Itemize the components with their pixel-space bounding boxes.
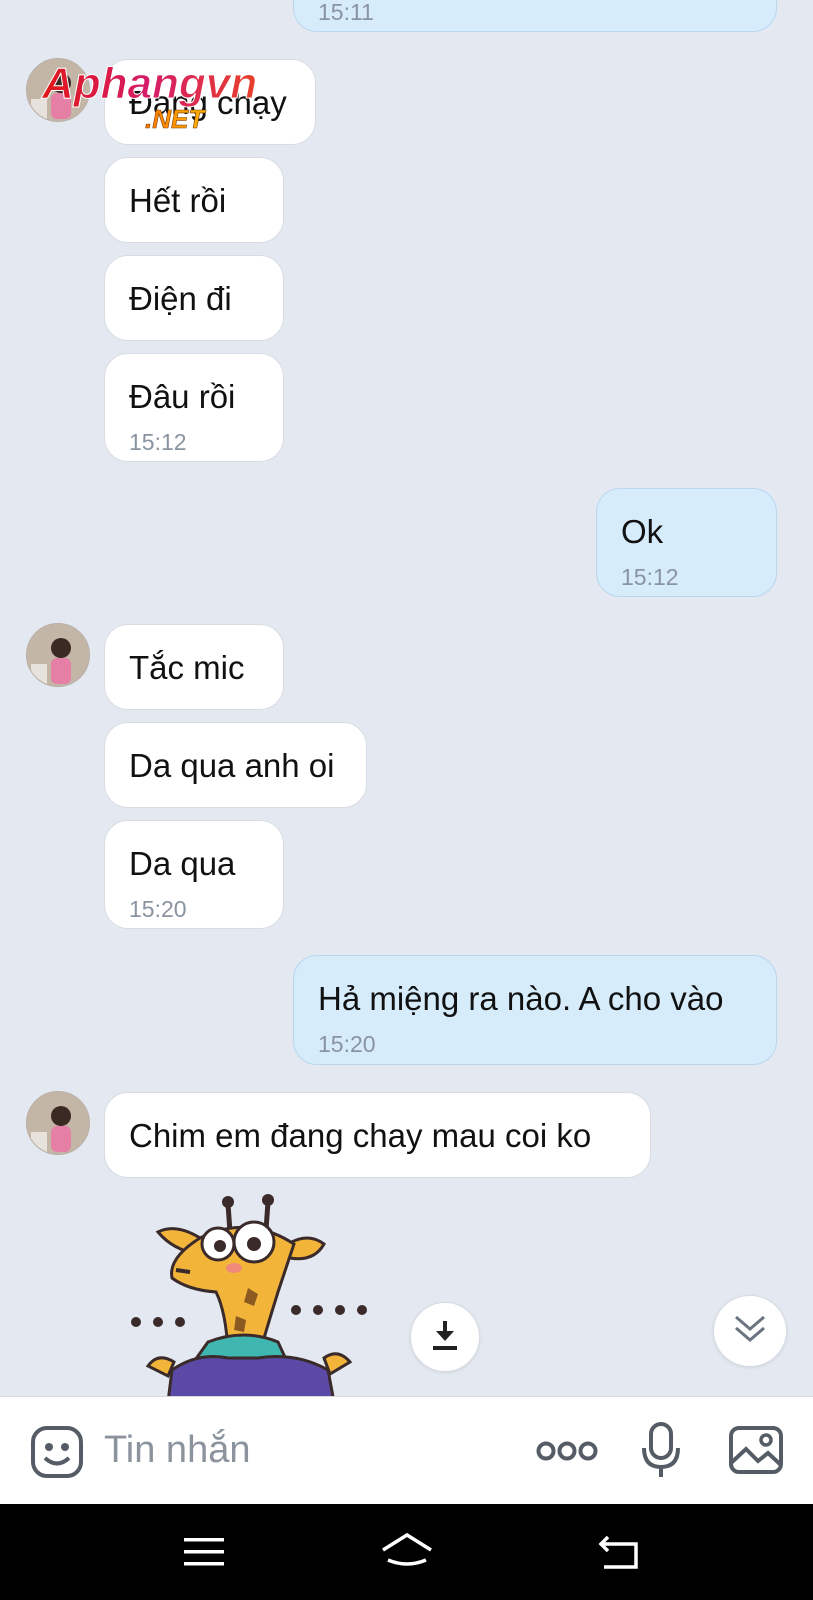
scroll-to-bottom-button[interactable] [713, 1295, 787, 1367]
message-text: Đang chạy [129, 84, 287, 121]
message-bubble-incoming[interactable]: Đâu rồi 15:12 [104, 353, 284, 462]
message-input[interactable]: Tin nhắn [104, 1429, 250, 1472]
contact-avatar[interactable] [26, 623, 90, 687]
message-time: 15:20 [318, 1031, 376, 1057]
more-dots-icon[interactable] [536, 1440, 598, 1467]
double-chevron-down-icon [733, 1313, 767, 1350]
message-bubble-outgoing[interactable]: Hả miệng ra nào. A cho vào 15:20 [293, 955, 777, 1065]
message-bubble-incoming[interactable]: Da qua 15:20 [104, 820, 284, 929]
message-text: Da qua anh oi [129, 747, 335, 784]
message-time: 15:11 [318, 0, 374, 25]
message-text: Da qua [129, 845, 236, 882]
emoji-icon[interactable] [30, 1425, 84, 1484]
system-navigation-bar [0, 1504, 813, 1600]
message-bubble-incoming[interactable]: Tắc mic [104, 624, 284, 710]
microphone-icon[interactable] [641, 1421, 681, 1484]
message-text: Hết rồi [129, 182, 227, 219]
download-button[interactable] [410, 1302, 480, 1372]
message-text: Hả miệng ra nào. A cho vào [318, 980, 724, 1017]
back-icon[interactable] [598, 1534, 640, 1575]
message-text: Ok [621, 513, 664, 550]
message-text: Tắc mic [129, 649, 245, 686]
message-bubble-incoming[interactable]: Đang chạy [104, 59, 316, 145]
message-bubble-outgoing[interactable]: Ok 15:12 [596, 488, 777, 597]
menu-icon[interactable] [184, 1536, 224, 1573]
contact-avatar[interactable] [26, 58, 90, 122]
chat-area[interactable]: 15:11 Đang chạy Aphangvn .NET Hết rồi Đi… [0, 0, 813, 1396]
message-bubble-incoming[interactable]: Da qua anh oi [104, 722, 367, 808]
image-icon[interactable] [728, 1425, 784, 1480]
contact-avatar[interactable] [26, 1091, 90, 1155]
sticker-image[interactable] [128, 1192, 378, 1396]
message-bubble-outgoing[interactable]: 15:11 [293, 0, 777, 32]
message-text: Điện đi [129, 280, 232, 317]
message-time: 15:20 [129, 896, 187, 922]
download-icon [430, 1319, 460, 1356]
message-bubble-incoming[interactable]: Hết rồi [104, 157, 284, 243]
message-input-bar: Tin nhắn [0, 1396, 813, 1504]
home-icon[interactable] [380, 1532, 434, 1577]
message-time: 15:12 [621, 564, 679, 590]
message-bubble-incoming[interactable]: Chim em đang chay mau coi ko [104, 1092, 651, 1178]
message-text: Đâu rồi [129, 378, 236, 415]
message-bubble-incoming[interactable]: Điện đi [104, 255, 284, 341]
message-text: Chim em đang chay mau coi ko [129, 1117, 592, 1154]
message-time: 15:12 [129, 429, 187, 455]
